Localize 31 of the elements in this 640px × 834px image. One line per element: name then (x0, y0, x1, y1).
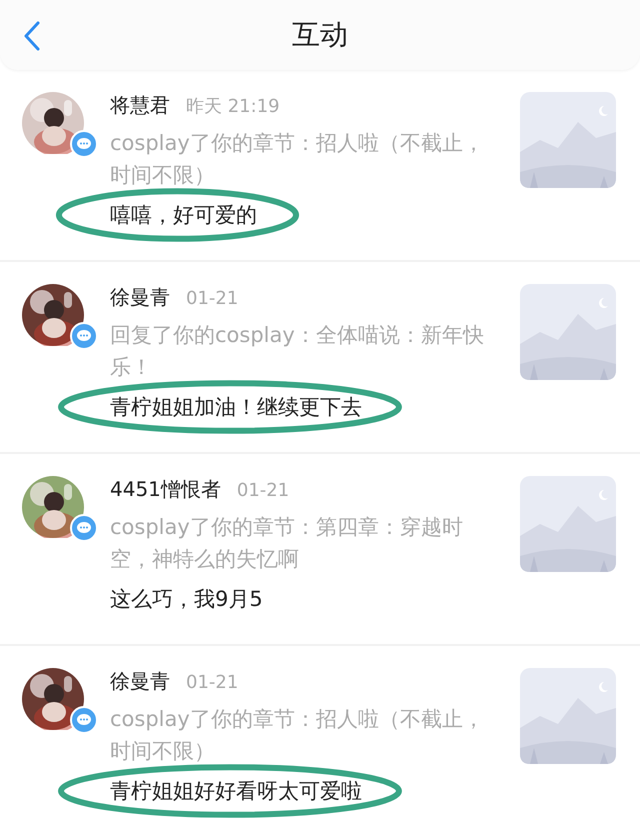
chat-bubble-icon (70, 514, 98, 542)
image-placeholder-icon (520, 92, 616, 188)
back-button[interactable] (22, 20, 42, 52)
user-name: 徐曼青 (110, 284, 170, 311)
activity-description: cosplay了你的章节：招人啦（不截止，时间不限） (110, 130, 485, 189)
image-placeholder-icon (520, 284, 616, 380)
chat-bubble-icon (70, 706, 98, 734)
notification-item[interactable]: 将慧君 昨天 21:19 cosplay了你的章节：招人啦（不截止，时间不限） 嘻嘻，好可爱的 (0, 70, 640, 262)
image-placeholder-icon (520, 476, 616, 572)
notification-item[interactable]: 徐曼青 01-21 回复了你的cosplay：全体喵说：新年快乐！ 青柠姐姐加油！继续更下去 (0, 262, 640, 454)
activity-description: cosplay了你的章节：第四章：穿越时空，神特么的失忆啊 (110, 514, 464, 573)
reply-text: 青柠姐姐好好看呀太可爱啦 (110, 779, 362, 803)
back-icon (22, 20, 42, 52)
notification-item[interactable]: 4451憎恨者 01-21 cosplay了你的章节：第四章：穿越时空，神特么的失忆啊 这么巧，我9月5 (0, 454, 640, 646)
activity-description: 回复了你的cosplay：全体喵说：新年快乐！ (110, 322, 485, 381)
reply-text: 嘻嘻，好可爱的 (110, 203, 257, 227)
timestamp: 昨天 21:19 (186, 95, 280, 118)
reply-text: 这么巧，我9月5 (110, 587, 263, 611)
user-name: 将慧君 (110, 92, 170, 119)
timestamp: 01-21 (236, 480, 290, 501)
chat-bubble-icon (70, 130, 98, 158)
page-title: 互动 (292, 17, 348, 53)
chat-bubble-icon (70, 322, 98, 350)
image-placeholder-icon (520, 668, 616, 764)
notification-item[interactable]: 徐曼青 01-21 cosplay了你的章节：招人啦（不截止，时间不限） 青柠姐姐好好看呀太可爱啦 (0, 646, 640, 834)
activity-description: cosplay了你的章节：招人啦（不截止，时间不限） (110, 706, 485, 765)
timestamp: 01-21 (186, 288, 238, 309)
user-name: 4451憎恨者 (110, 476, 221, 503)
reply-text: 青柠姐姐加油！继续更下去 (110, 395, 362, 419)
user-name: 徐曼青 (110, 668, 170, 695)
timestamp: 01-21 (186, 672, 238, 693)
